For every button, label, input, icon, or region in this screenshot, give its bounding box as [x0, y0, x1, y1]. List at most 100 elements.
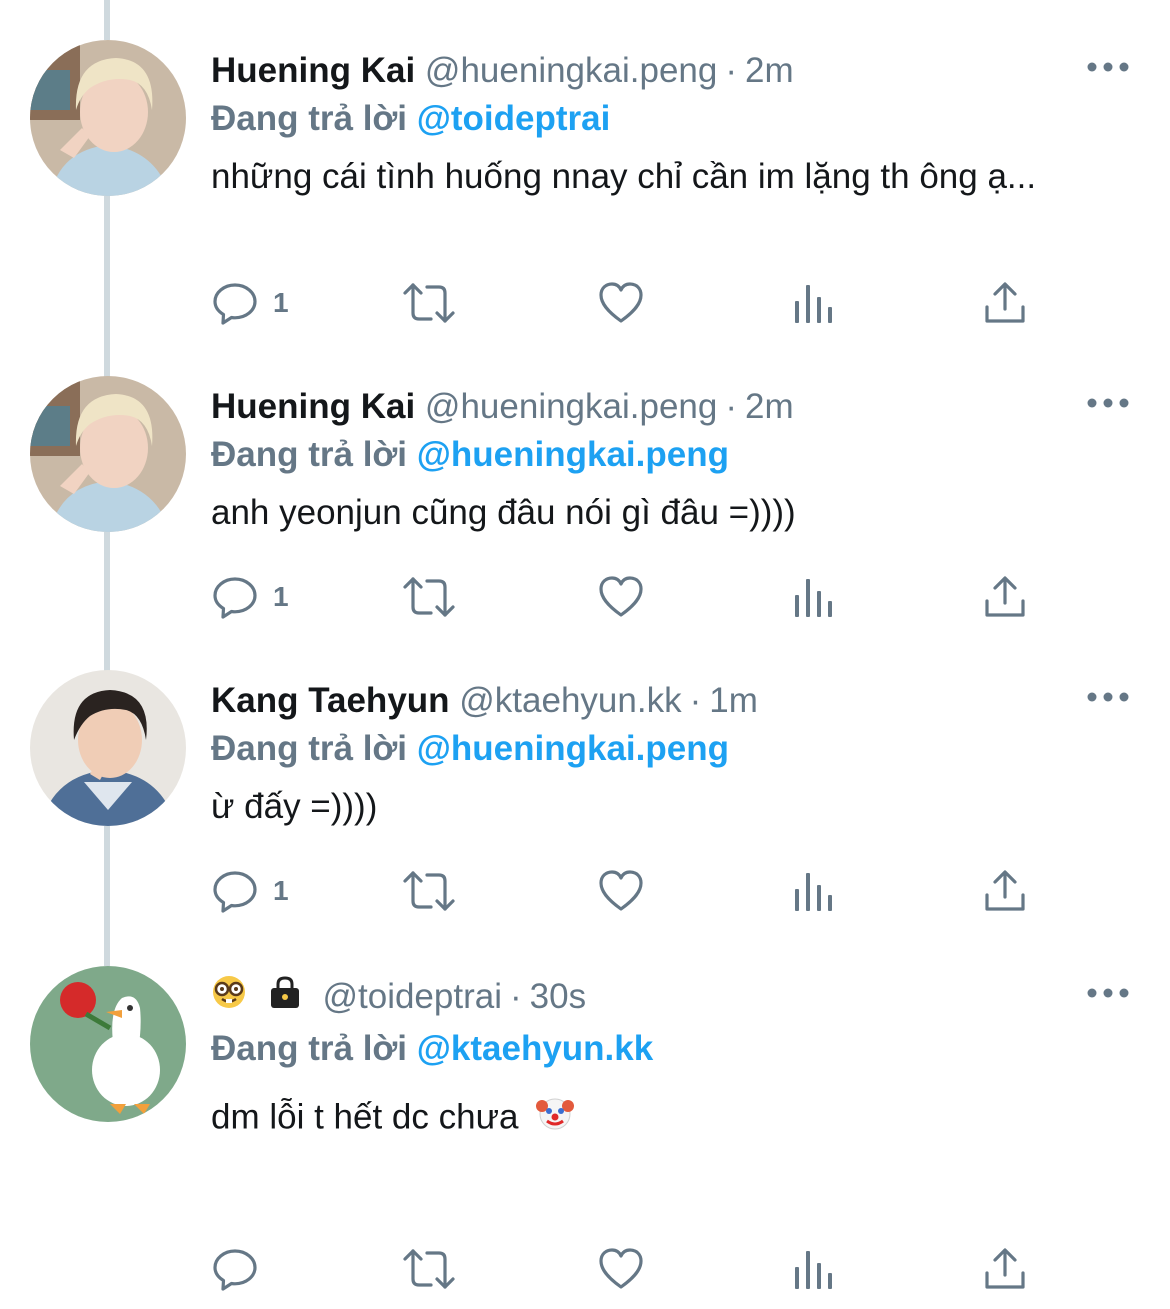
share-upload-icon	[985, 282, 1025, 323]
avatar[interactable]	[30, 376, 186, 532]
timestamp[interactable]: 2m	[745, 387, 794, 426]
separator-dot: ·	[689, 681, 702, 720]
goose-avatar-image	[30, 966, 186, 1122]
locked-bag-emoji	[267, 974, 303, 1024]
separator-dot: ·	[725, 51, 738, 90]
display-name[interactable]: Kang Taehyun	[211, 681, 450, 720]
reply-context: Đang trả lời @toideptrai	[211, 94, 610, 144]
huening-kai-avatar-image	[30, 376, 186, 532]
handle[interactable]: @toideptrai	[322, 977, 502, 1016]
reply-target-link[interactable]: @ktaehyun.kk	[417, 1029, 653, 1068]
separator-dot: ·	[725, 387, 738, 426]
share-upload-icon	[985, 870, 1025, 911]
like-button[interactable]	[597, 1244, 645, 1294]
tweet-text: anh yeonjun cũng đâu nói gì đâu =))))	[211, 493, 796, 532]
reply-count: 1	[273, 875, 289, 906]
bar-chart-icon	[795, 579, 832, 617]
separator-dot: ·	[509, 977, 522, 1016]
reply-target-link[interactable]: @hueningkai.peng	[417, 729, 729, 768]
reply-prefix: Đang trả lời	[211, 99, 408, 138]
reply-context: Đang trả lời @hueningkai.peng	[211, 724, 729, 774]
handle[interactable]: @ktaehyun.kk	[459, 681, 681, 720]
analytics-button[interactable]	[793, 572, 833, 622]
retweet-button[interactable]	[401, 1244, 457, 1294]
action-bar	[211, 1244, 1051, 1294]
share-upload-icon	[985, 576, 1025, 617]
tweet-header: Huening Kai @hueningkai.peng · 2m	[211, 382, 794, 432]
avatar[interactable]	[30, 670, 186, 826]
reply-count: 1	[273, 581, 289, 612]
share-button[interactable]	[983, 1244, 1027, 1294]
tweet-header: Huening Kai @hueningkai.peng · 2m	[211, 46, 794, 96]
reply-button[interactable]: 1	[211, 572, 289, 622]
tweet-header: @toideptrai · 30s	[211, 972, 586, 1022]
handle[interactable]: @hueningkai.peng	[425, 387, 717, 426]
speech-bubble-icon	[213, 1249, 257, 1291]
reply-prefix: Đang trả lời	[211, 729, 408, 768]
analytics-button[interactable]	[793, 866, 833, 916]
share-upload-icon	[985, 1248, 1025, 1289]
tweet-text-wrapper: dm lỗi t hết dc chưa	[211, 1094, 1111, 1144]
timestamp[interactable]: 30s	[530, 977, 586, 1016]
speech-bubble-icon	[213, 577, 257, 619]
retweet-icon	[403, 1249, 455, 1289]
more-dots-icon[interactable]	[1086, 978, 1130, 1008]
heart-icon	[599, 870, 643, 911]
reply-target-link[interactable]: @hueningkai.peng	[417, 435, 729, 474]
reply-prefix: Đang trả lời	[211, 1029, 408, 1068]
speech-bubble-icon	[213, 283, 257, 325]
share-button[interactable]	[983, 572, 1027, 622]
timestamp[interactable]: 2m	[745, 51, 794, 90]
clown-face-emoji	[536, 1094, 575, 1144]
action-bar: 1	[211, 572, 1051, 622]
handle[interactable]: @hueningkai.peng	[425, 51, 717, 90]
retweet-icon	[403, 871, 455, 911]
bar-chart-icon	[795, 285, 832, 323]
retweet-icon	[403, 283, 455, 323]
reply-button[interactable]: 1	[211, 866, 289, 916]
tweet[interactable]: Kang Taehyun @ktaehyun.kk · 1m Đang trả lờ…	[0, 670, 1170, 966]
timestamp[interactable]: 1m	[709, 681, 758, 720]
like-button[interactable]	[597, 572, 645, 622]
like-button[interactable]	[597, 866, 645, 916]
reply-target-link[interactable]: @toideptrai	[417, 99, 611, 138]
avatar[interactable]	[30, 966, 186, 1122]
share-button[interactable]	[983, 278, 1027, 328]
tweet[interactable]: @toideptrai · 30s Đang trả lời @ktaehyun.k…	[0, 966, 1170, 1302]
bar-chart-icon	[795, 1251, 832, 1289]
nerd-face-emoji	[211, 974, 247, 1024]
more-dots-icon[interactable]	[1086, 388, 1130, 418]
tweet-text: những cái tình huống nnay chỉ cần im lặn…	[211, 157, 1037, 196]
tweet[interactable]: Huening Kai @hueningkai.peng · 2m Đang trả…	[0, 376, 1170, 672]
analytics-button[interactable]	[793, 1244, 833, 1294]
retweet-icon	[403, 577, 455, 617]
bar-chart-icon	[795, 873, 832, 911]
reply-count: 1	[273, 287, 289, 318]
tweet-header: Kang Taehyun @ktaehyun.kk · 1m	[211, 676, 758, 726]
kang-taehyun-avatar-image	[30, 670, 186, 826]
analytics-button[interactable]	[793, 278, 833, 328]
tweet-text: dm lỗi t hết dc chưa	[211, 1097, 519, 1137]
action-bar: 1	[211, 866, 1051, 916]
share-button[interactable]	[983, 866, 1027, 916]
retweet-button[interactable]	[401, 278, 457, 328]
retweet-button[interactable]	[401, 866, 457, 916]
thread-line	[104, 0, 110, 40]
avatar[interactable]	[30, 40, 186, 196]
retweet-button[interactable]	[401, 572, 457, 622]
more-dots-icon[interactable]	[1086, 682, 1130, 712]
speech-bubble-icon	[213, 871, 257, 913]
more-dots-icon[interactable]	[1086, 52, 1130, 82]
display-name[interactable]: Huening Kai	[211, 387, 415, 426]
reply-button[interactable]	[211, 1244, 273, 1294]
tweet[interactable]: Huening Kai @hueningkai.peng · 2m Đang trả…	[0, 40, 1170, 366]
display-name[interactable]: Huening Kai	[211, 51, 415, 90]
action-bar: 1	[211, 278, 1051, 328]
heart-icon	[599, 282, 643, 323]
like-button[interactable]	[597, 278, 645, 328]
tweet-text: ừ đấy =))))	[211, 787, 378, 826]
reply-button[interactable]: 1	[211, 278, 289, 328]
heart-icon	[599, 576, 643, 617]
reply-context: Đang trả lời @hueningkai.peng	[211, 430, 729, 480]
huening-kai-avatar-image	[30, 40, 186, 196]
